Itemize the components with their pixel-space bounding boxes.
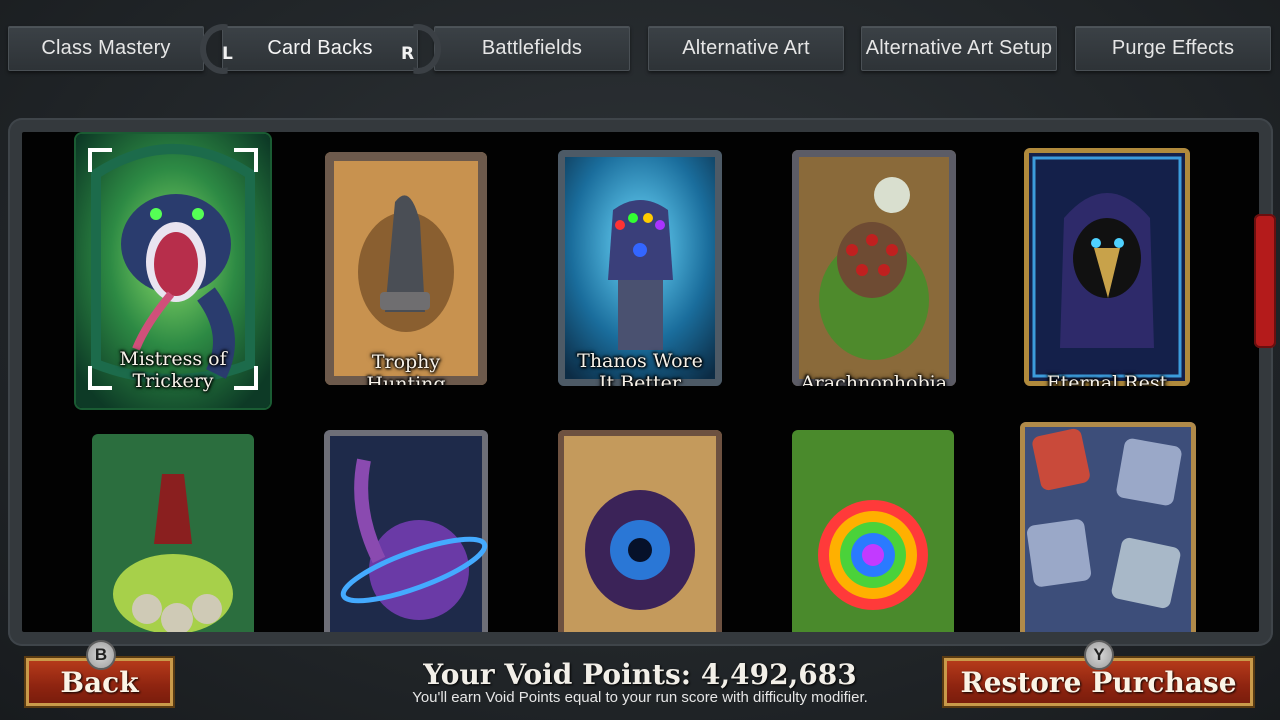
tab-alternative-art[interactable]: Alternative Art	[648, 26, 844, 71]
tab-alternative-art-setup[interactable]: Alternative Art Setup	[861, 26, 1057, 71]
tab-class-mastery[interactable]: Class Mastery	[8, 26, 204, 71]
card-title: Thanos Wore It Better	[577, 350, 703, 386]
card-back-thanos-wore-it-better[interactable]: Thanos Wore It Better	[558, 150, 722, 386]
card-title: Arachnophobia	[800, 372, 948, 386]
plague-doctor-art	[1024, 148, 1190, 386]
card-back-mistress-of-trickery[interactable]: Mistress of Trickery	[76, 134, 270, 408]
tab-card-backs[interactable]: Card Backs	[222, 26, 418, 71]
card-back-row2-4[interactable]	[792, 430, 954, 632]
scrollbar-thumb[interactable]	[1254, 214, 1276, 348]
b-button-icon: B	[86, 640, 116, 670]
card-back-row2-1[interactable]	[92, 434, 254, 632]
card-title: Mistress of Trickery	[119, 348, 227, 392]
void-points-hint: You'll earn Void Points equal to your ru…	[412, 689, 868, 706]
card-grid[interactable]: Mistress of Trickery Trophy Hunting Thanos…	[22, 132, 1259, 632]
rainbow-swirl-art	[792, 430, 954, 632]
y-button-icon: Y	[1084, 640, 1114, 670]
card-back-eternal-rest[interactable]: Eternal Rest	[1024, 148, 1190, 386]
tab-battlefields[interactable]: Battlefields	[434, 26, 630, 71]
card-back-row2-2[interactable]	[324, 430, 488, 632]
card-back-row2-3[interactable]	[558, 430, 722, 632]
card-back-arachnophobia[interactable]: Arachnophobia	[792, 150, 956, 386]
void-points-display: Your Void Points: 4,492,683	[423, 658, 857, 691]
spider-art	[792, 150, 956, 386]
demon-skulls-art	[92, 434, 254, 632]
card-back-row2-5[interactable]	[1020, 422, 1196, 632]
planet-tentacle-art	[324, 430, 488, 632]
eye-art	[558, 430, 722, 632]
card-title: Eternal Rest	[1046, 372, 1168, 386]
card-title: Trophy Hunting	[366, 351, 446, 385]
right-bumper-icon: R	[395, 24, 441, 74]
card-back-trophy-hunting[interactable]: Trophy Hunting	[325, 152, 487, 385]
dice-art	[1020, 422, 1196, 632]
tab-purge-effects[interactable]: Purge Effects	[1075, 26, 1271, 71]
left-bumper-icon: L	[200, 24, 246, 74]
